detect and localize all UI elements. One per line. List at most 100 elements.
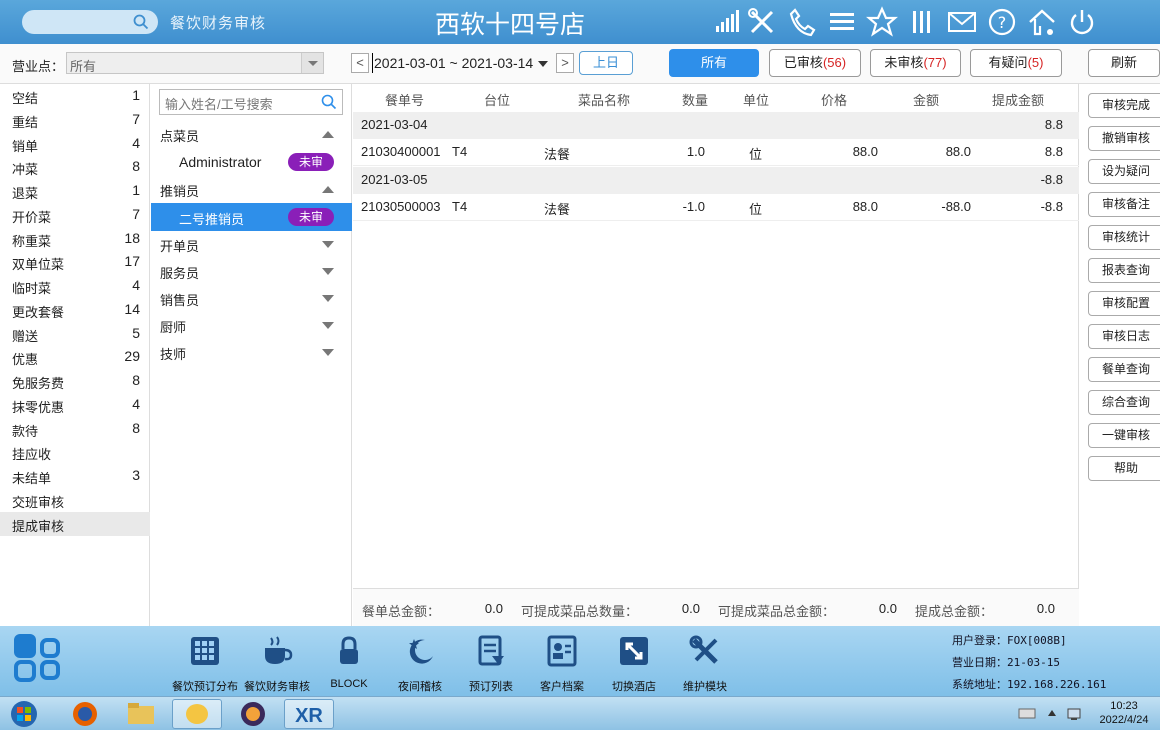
category-item[interactable]: 重结 7: [0, 108, 150, 132]
xr-app-taskbar-item[interactable]: XR: [284, 699, 334, 729]
columns-icon[interactable]: [906, 6, 938, 38]
search-icon[interactable]: [320, 93, 338, 111]
javaee-ide-taskbar-item[interactable]: [228, 699, 278, 729]
staff-group[interactable]: 厨师: [151, 312, 352, 338]
app-logo-icon[interactable]: [12, 632, 64, 686]
filter-unreviewed-button[interactable]: 未审核(77): [870, 49, 961, 77]
staff-group[interactable]: 技师: [151, 339, 352, 365]
dock-item[interactable]: 维护模块: [670, 634, 740, 693]
category-item[interactable]: 提成审核: [0, 511, 150, 536]
date-group-row[interactable]: 2021-03-04 8.8: [353, 112, 1079, 139]
coffee-cup-icon[interactable]: [260, 634, 294, 668]
moon-icon[interactable]: [403, 634, 437, 668]
tray-expand-icon[interactable]: [1046, 706, 1058, 720]
date-group-row[interactable]: 2021-03-05 -8.8: [353, 167, 1079, 194]
grid-calendar-icon[interactable]: [188, 634, 222, 668]
dock-item[interactable]: 切换酒店: [599, 634, 669, 693]
date-range-picker[interactable]: 2021-03-01 ~ 2021-03-14: [372, 53, 554, 73]
tools-icon[interactable]: [688, 634, 722, 668]
refresh-button[interactable]: 刷新: [1088, 49, 1160, 77]
system-clock[interactable]: 10:23 2022/4/24: [1092, 699, 1156, 727]
category-item[interactable]: 空结 1: [0, 84, 150, 108]
contact-card-icon[interactable]: [545, 634, 579, 668]
prev-day-button[interactable]: 上日: [579, 51, 633, 75]
dock-item[interactable]: BLOCK: [314, 634, 384, 692]
staff-search-input[interactable]: 输入姓名/工号搜索: [159, 89, 343, 115]
expand-icon[interactable]: [322, 322, 334, 329]
category-item[interactable]: 抹零优惠 4: [0, 393, 150, 417]
collapse-icon[interactable]: [322, 186, 334, 193]
category-item[interactable]: 挂应收: [0, 440, 150, 464]
dock-item[interactable]: 预订列表: [456, 634, 526, 693]
global-search-input[interactable]: [22, 10, 158, 34]
staff-group[interactable]: 服务员: [151, 258, 352, 284]
review-config-button[interactable]: 审核配置: [1088, 291, 1160, 316]
category-item[interactable]: 临时菜 4: [0, 274, 150, 298]
order-query-button[interactable]: 餐单查询: [1088, 357, 1160, 382]
home-share-icon[interactable]: [1026, 6, 1058, 38]
category-item[interactable]: 未结单 3: [0, 464, 150, 488]
network-icon[interactable]: [1066, 706, 1084, 722]
switch-hotel-icon[interactable]: [617, 634, 651, 668]
staff-group[interactable]: 点菜员: [151, 121, 352, 147]
start-button[interactable]: [6, 699, 46, 729]
document-list-icon[interactable]: [474, 634, 508, 668]
star-icon[interactable]: [866, 6, 898, 38]
dock-item[interactable]: 餐饮财务审核: [242, 634, 312, 693]
staff-group[interactable]: 销售员: [151, 285, 352, 311]
category-item[interactable]: 更改套餐 14: [0, 298, 150, 322]
category-item[interactable]: 销单 4: [0, 132, 150, 156]
expand-icon[interactable]: [322, 349, 334, 356]
firefox-taskbar-item[interactable]: [60, 699, 110, 729]
review-note-button[interactable]: 审核备注: [1088, 192, 1160, 217]
category-item[interactable]: 赠送 5: [0, 322, 150, 346]
power-icon[interactable]: [1066, 6, 1098, 38]
search-icon[interactable]: [132, 13, 150, 31]
category-item[interactable]: 称重菜 18: [0, 227, 150, 251]
table-row[interactable]: 21030400001 T4 法餐 1.0 位 88.0 88.0 8.8: [353, 139, 1079, 166]
filter-questioned-button[interactable]: 有疑问(5): [970, 49, 1062, 77]
lock-icon[interactable]: [332, 634, 366, 668]
help-icon[interactable]: ?: [986, 6, 1018, 38]
help-button[interactable]: 帮助: [1088, 456, 1160, 481]
collapse-icon[interactable]: [322, 131, 334, 138]
caret-down-icon[interactable]: [538, 61, 548, 67]
outlet-select[interactable]: 所有: [66, 52, 324, 74]
review-log-button[interactable]: 审核日志: [1088, 324, 1160, 349]
notes-taskbar-item[interactable]: [172, 699, 222, 729]
next-range-button[interactable]: >: [556, 53, 574, 73]
category-item[interactable]: 免服务费 8: [0, 369, 150, 393]
complete-review-button[interactable]: 审核完成: [1088, 93, 1160, 118]
keyboard-icon[interactable]: [1018, 706, 1036, 720]
review-stats-button[interactable]: 审核统计: [1088, 225, 1160, 250]
revoke-review-button[interactable]: 撤销审核: [1088, 126, 1160, 151]
table-row[interactable]: 21030500003 T4 法餐 -1.0 位 88.0 -88.0 -8.8: [353, 194, 1079, 221]
prev-range-button[interactable]: <: [351, 53, 369, 73]
dock-item[interactable]: 夜间稽核: [385, 634, 455, 693]
category-item[interactable]: 双单位菜 17: [0, 250, 150, 274]
expand-icon[interactable]: [322, 241, 334, 248]
category-item[interactable]: 冲菜 8: [0, 155, 150, 179]
tools-icon[interactable]: [746, 6, 778, 38]
chevron-down-icon[interactable]: [301, 53, 323, 73]
mail-icon[interactable]: [946, 6, 978, 38]
dock-item[interactable]: 餐饮预订分布: [170, 634, 240, 693]
one-click-review-button[interactable]: 一键审核: [1088, 423, 1160, 448]
expand-icon[interactable]: [322, 295, 334, 302]
category-item[interactable]: 退菜 1: [0, 179, 150, 203]
explorer-taskbar-item[interactable]: [116, 699, 166, 729]
dock-item[interactable]: 客户档案: [527, 634, 597, 693]
windows-start-icon[interactable]: [6, 699, 42, 729]
filter-all-button[interactable]: 所有: [669, 49, 759, 77]
staff-member[interactable]: Administrator 未审: [151, 148, 352, 176]
phone-icon[interactable]: [786, 6, 818, 38]
report-query-button[interactable]: 报表查询: [1088, 258, 1160, 283]
expand-icon[interactable]: [322, 268, 334, 275]
category-item[interactable]: 交班审核: [0, 488, 150, 512]
category-item[interactable]: 款待 8: [0, 417, 150, 441]
general-query-button[interactable]: 综合查询: [1088, 390, 1160, 415]
signal-icon[interactable]: [710, 6, 742, 38]
category-item[interactable]: 优惠 29: [0, 345, 150, 369]
menu-icon[interactable]: [826, 6, 858, 38]
staff-group[interactable]: 开单员: [151, 231, 352, 257]
